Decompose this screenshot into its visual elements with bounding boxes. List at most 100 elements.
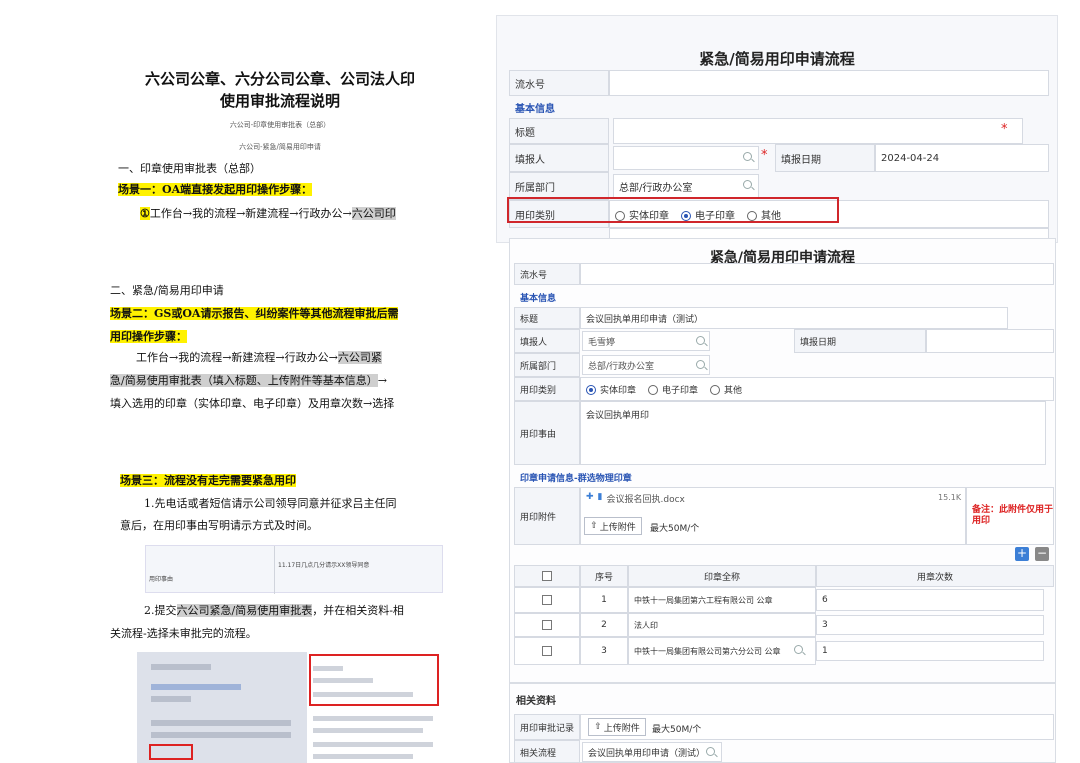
serial-field[interactable] [609,70,1049,96]
upload-button[interactable]: ⇧ 上传附件 [588,718,646,736]
reason-textarea[interactable]: 会议回执单用印 [580,401,1046,465]
search-icon[interactable] [696,336,705,345]
section-2-heading: 二、紧急/简易用印申请 [110,284,224,297]
thumb-line [313,716,433,721]
related-section-heading: 相关资料 [516,696,556,707]
plus-icon[interactable]: ✚ [586,492,594,502]
divider [274,546,275,594]
doc-subtitle-1: 六公司-印章使用审批表（总部） [229,121,331,129]
applicant-input[interactable] [613,146,759,170]
thumb-row [151,696,191,702]
seal-section-heading: 印章申请信息-群选物理印章 [520,474,632,484]
max-size-text: 最大50M/个 [650,524,700,534]
row-count-input[interactable]: 1 [816,641,1044,661]
applicant-label: 填报人 [509,144,609,172]
row-seal-name[interactable]: 中铁十一局集团第六工程有限公司 公章 [628,587,816,613]
basic-info-heading: 基本信息 [515,104,555,115]
attach-note: 备注：此附件仅用于用印 [966,487,1054,545]
remove-row-button[interactable]: − [1035,547,1049,561]
screenshot-thumbnail-reason: 用印事由 11.17日几点几分请示XX领导同意 [145,545,443,594]
scene-2-para-3: 填入选用的印章（实体印章、电子印章）及用章次数→选择 [110,397,395,410]
scene-2-para-2: 急/简易使用审批表（填入标题、上传附件等基本信息）→ [110,374,387,387]
row-seal-name[interactable]: 法人印 [628,613,816,637]
basic-info-heading: 基本信息 [520,294,557,304]
required-mark: * [761,148,768,163]
dept-input[interactable]: 总部/行政办公室 [613,174,759,198]
flow-label: 相关流程 [514,740,580,762]
upload-icon: ⇧ [590,521,598,531]
scene-1-heading: 场景一：OA端直接发起用印操作步骤： [118,183,313,196]
scene-1-step: ①工作台→我的流程→新建流程→行政办公→六公司印 [140,207,396,220]
scene-2-para-1: 工作台→我的流程→新建流程→行政办公→六公司紧 [136,351,382,364]
highlight-frame [507,197,839,223]
record-label: 用印审批记录 [514,714,580,740]
date-field[interactable]: 2024-04-24 [875,144,1049,172]
attach-field: ✚ ▮ 会议报名回执.docx [580,487,966,545]
doc-subtitle-2: 六公司-紧急/简易用印申请 [239,143,321,151]
table-row [514,637,580,665]
thumb-row [151,684,241,690]
reason-label: 用印事由 [514,401,580,465]
applicant-input[interactable]: 毛雪婷 [582,331,710,351]
section-1-heading: 一、印章使用审批表（总部） [118,162,261,175]
doc-title-line2: 使用审批流程说明 [219,92,340,110]
upload-button[interactable]: ⇧ 上传附件 [584,517,642,535]
title-input[interactable]: 会议回执单用印申请（测试） [580,307,1008,329]
thumb-highlight-box [149,744,193,760]
serial-label: 流水号 [514,263,580,285]
required-mark: * [1001,122,1008,137]
title-input[interactable] [613,118,1023,144]
table-row [514,587,580,613]
attach-size: 15.1K [938,493,962,502]
thumb-reason-value: 11.17日几点几分请示XX领导同意 [278,562,370,569]
scene-2-heading-b: 用印操作步骤： [110,330,187,343]
dept-input[interactable]: 总部/行政办公室 [582,355,710,375]
thumb-row [151,732,291,738]
header-checkbox-cell [514,565,580,587]
form-top-screenshot: 紧急/简易用印申请流程 流水号 基本信息 标题 * 填报人 * 填报日期 202… [496,15,1058,243]
row-count-input[interactable]: 6 [816,589,1044,611]
thumb-line [313,678,373,683]
thumb-reason-label: 用印事由 [149,576,174,583]
search-icon[interactable] [794,645,803,654]
thumb-form-pane [137,652,307,763]
row-count-input[interactable]: 3 [816,615,1044,635]
date-field[interactable] [926,329,1054,353]
form-related-screenshot: 相关资料 用印审批记录 ⇧ 上传附件 最大50M/个 相关流程 会议回执单用印申请… [509,683,1056,763]
doc-title-line1: 六公司公章、六分公司公章、公司法人印 [144,70,415,88]
seal-type-label: 用印类别 [514,377,580,401]
thumb-line [313,666,343,671]
radio-icon[interactable] [710,385,721,395]
search-icon[interactable] [696,360,705,369]
attach-label: 用印附件 [514,487,580,545]
radio-selected-icon[interactable] [586,385,596,395]
attach-file-name[interactable]: 会议报名回执.docx [607,492,685,505]
seal-type-options: 实体印章 电子印章 其他 [580,377,1054,401]
radio-icon[interactable] [648,385,659,395]
flow-input[interactable]: 会议回执单用印申请（测试） [582,742,722,762]
row-checkbox[interactable] [542,620,552,630]
scene-2-heading-a: 场景二：GS或OA请示报告、纠纷案件等其他流程审批后需 [110,307,399,320]
row-no: 3 [580,637,628,665]
serial-field[interactable] [580,263,1054,285]
search-icon[interactable] [706,747,715,756]
row-checkbox[interactable] [542,646,552,656]
table-row [514,613,580,637]
serial-label: 流水号 [509,70,609,96]
scene-3-para-1b: 意后，在用印事由写明请示方式及时间。 [120,519,318,532]
row-checkbox[interactable] [542,595,552,605]
select-all-checkbox[interactable] [542,571,552,581]
seal-option-electronic[interactable]: 电子印章 [648,383,698,396]
applicant-label: 填报人 [514,329,580,353]
screenshot-thumbnail-related-flow [137,652,459,763]
seal-option-physical[interactable]: 实体印章 [586,383,636,396]
search-icon[interactable] [743,152,752,161]
search-icon[interactable] [743,180,752,189]
seal-option-other[interactable]: 其他 [710,383,742,396]
thumb-line [313,742,433,747]
thumb-popup [307,652,459,763]
row-no: 2 [580,613,628,637]
add-row-button[interactable]: + [1015,547,1029,561]
row-seal-name[interactable]: 中铁十一局集团有限公司第六分公司 公章 [628,637,816,665]
file-icon: ▮ [597,492,603,502]
